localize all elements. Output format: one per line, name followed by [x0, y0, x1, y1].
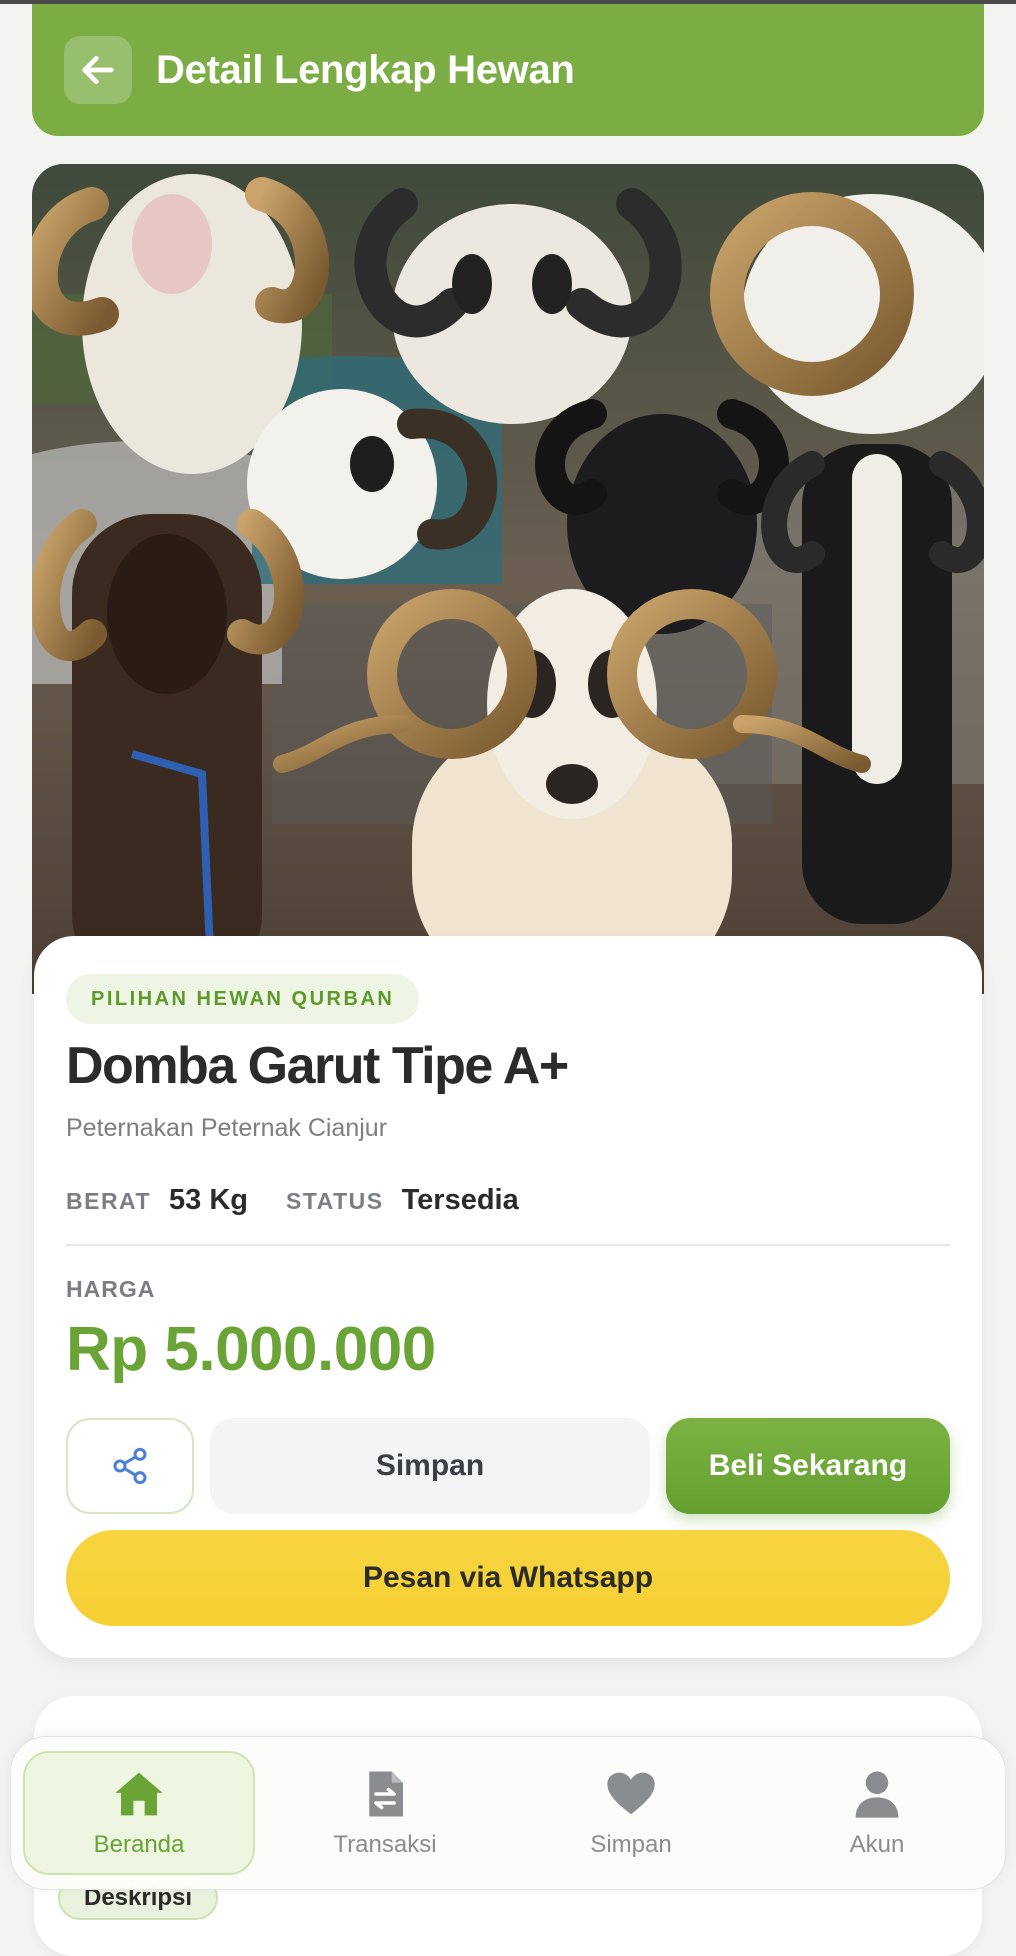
nav-label: Simpan: [590, 1831, 672, 1858]
home-icon: [115, 1772, 163, 1816]
product-name: Domba Garut Tipe A+: [66, 1037, 569, 1095]
nav-label: Transaksi: [333, 1831, 437, 1858]
share-button[interactable]: [66, 1418, 194, 1514]
save-button[interactable]: Simpan: [210, 1418, 650, 1514]
price-value: Rp 5.000.000: [66, 1315, 436, 1384]
user-icon: [855, 1771, 899, 1818]
page-title: Detail Lengkap Hewan: [156, 47, 575, 92]
price-label: HARGA: [66, 1276, 156, 1302]
product-meta: BERAT 53 Kg STATUS Tersedia: [66, 1184, 557, 1217]
share-icon: [113, 1447, 147, 1485]
category-badge: PILIHAN HEWAN QURBAN: [66, 974, 420, 1024]
nav-label: Akun: [849, 1831, 905, 1858]
arrow-left-icon: [82, 56, 114, 84]
weight-value: 53 Kg: [169, 1184, 248, 1216]
product-photo[interactable]: [32, 164, 984, 994]
nav-item-transaksi[interactable]: Transaksi: [269, 1751, 501, 1875]
farm-name: Peternakan Peternak Cianjur: [66, 1114, 388, 1142]
nav-item-simpan[interactable]: Simpan: [515, 1751, 747, 1875]
heart-icon: [607, 1772, 655, 1815]
app-header: Detail Lengkap Hewan: [32, 4, 984, 136]
whatsapp-order-button[interactable]: Pesan via Whatsapp: [66, 1530, 950, 1626]
back-button[interactable]: [64, 36, 132, 104]
weight-label: BERAT: [66, 1188, 152, 1214]
buy-now-button[interactable]: Beli Sekarang: [666, 1418, 950, 1514]
nav-label: Beranda: [93, 1831, 185, 1858]
nav-item-akun[interactable]: Akun: [761, 1751, 993, 1875]
document-icon: [369, 1771, 403, 1817]
status-label: STATUS: [286, 1188, 384, 1214]
bottom-nav: Beranda Transaksi Simpan Akun: [10, 1736, 1006, 1890]
divider: [66, 1244, 950, 1246]
product-detail-card: PILIHAN HEWAN QURBAN Domba Garut Tipe A+…: [34, 936, 982, 1658]
nav-item-beranda[interactable]: Beranda: [23, 1751, 255, 1875]
status-value: Tersedia: [401, 1184, 519, 1216]
